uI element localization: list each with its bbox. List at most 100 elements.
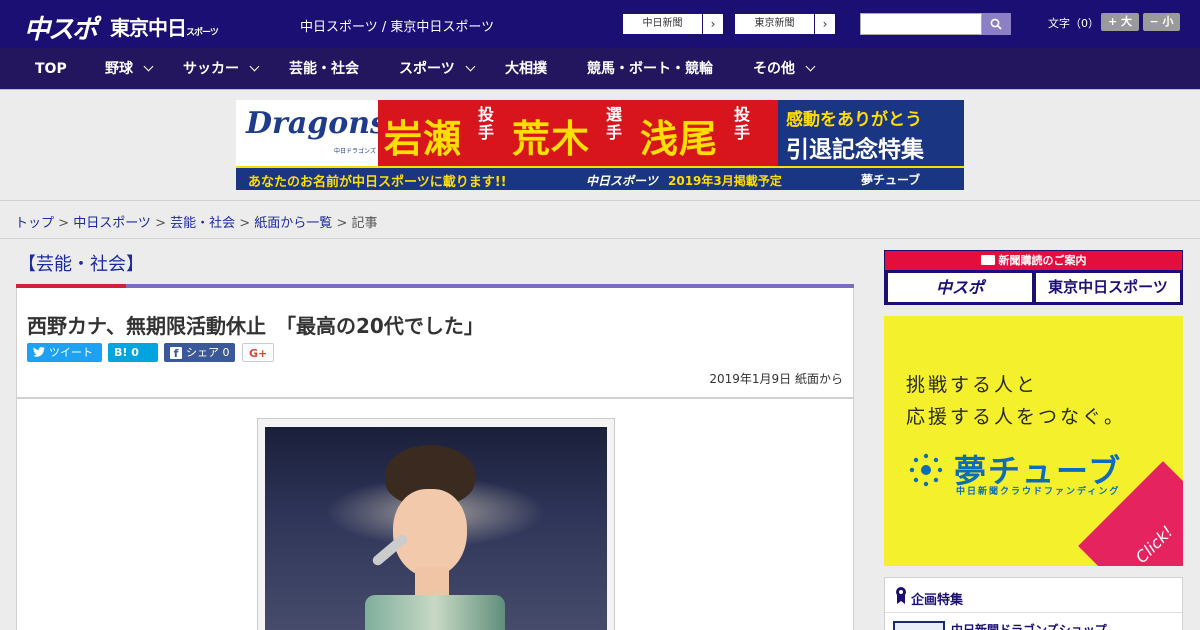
article-body xyxy=(16,398,854,630)
article-photo[interactable] xyxy=(265,427,607,630)
facebook-share-label: シェア 0 xyxy=(186,346,230,359)
tokyo-chunichi-logo[interactable]: 東京中日スポーツ xyxy=(110,12,219,41)
yumetube-ad[interactable]: 挑戦する人と 応援する人をつなぐ。 夢チューブ 中日新聞クラウドファンディング … xyxy=(884,316,1183,566)
section-label[interactable]: 【芸能・社会】 xyxy=(18,250,144,276)
search-button[interactable] xyxy=(982,13,1011,35)
nav-label: 芸能・社会 xyxy=(289,61,359,77)
nav-item-sports[interactable]: スポーツ xyxy=(399,48,476,90)
feature-box: 企画特集 中日新聞ドラゴンズショップ xyxy=(884,577,1183,630)
player-name: 浅尾 xyxy=(640,117,719,161)
banner-feature-title: 引退記念特集 xyxy=(786,137,924,163)
tweet-label: ツイート xyxy=(49,346,93,359)
nav-item-baseball[interactable]: 野球 xyxy=(105,48,154,90)
banner-strip-brand: 中日スポーツ xyxy=(586,174,658,188)
paper-link-label: 東京新聞 xyxy=(735,14,815,34)
nav-label: 競馬・ボート・競輪 xyxy=(587,61,713,77)
breadcrumb-link-chunichi-sports[interactable]: 中日スポーツ xyxy=(73,216,151,231)
dragons-retirement-banner[interactable]: Dragons 中日ドラゴンズ 岩瀬 投手 荒木 選手 浅尾 投手 感動をありが… xyxy=(236,100,964,190)
font-size-label: 文字（0） xyxy=(1048,17,1099,30)
article-headline: 西野カナ、無期限活動休止 「最高の20代でした」 xyxy=(27,314,484,338)
tokyo-logo-text: 東京中日 xyxy=(110,16,187,40)
subscribe-chuspo-button[interactable]: 中スポ xyxy=(888,273,1032,302)
banner-thanks: 感動をありがとう xyxy=(786,110,922,130)
top-header: 中スポ 東京中日スポーツ 中日スポーツ / 東京中日スポーツ 中日新聞 › 東京… xyxy=(0,0,1200,48)
ad-brand-sub: 中日新聞クラウドファンディング xyxy=(956,487,1121,497)
nav-label: 大相撲 xyxy=(505,61,547,77)
newspaper-icon xyxy=(980,255,995,265)
feature-item-label: 中日新聞ドラゴンズショップ xyxy=(951,623,1107,630)
search-icon xyxy=(990,18,1002,30)
tokyo-logo-suffix: スポーツ xyxy=(186,28,219,38)
nav-item-entertainment[interactable]: 芸能・社会 xyxy=(289,48,359,90)
article-header: 西野カナ、無期限活動休止 「最高の20代でした」 ツイート B! 0 f シェア … xyxy=(16,288,854,398)
chevron-right-icon: › xyxy=(710,17,716,31)
player-name: 荒木 xyxy=(512,117,591,161)
feature-title: 企画特集 xyxy=(911,593,964,608)
subscription-box: 新聞購読のご案内 中スポ 東京中日スポーツ xyxy=(884,250,1183,305)
singer-dress xyxy=(365,595,505,630)
nav-item-other[interactable]: その他 xyxy=(753,48,816,90)
facebook-icon: f xyxy=(170,347,182,360)
main-nav: TOP 野球 サッカー 芸能・社会 スポーツ 大相撲 競馬・ボート・競輪 その他 xyxy=(0,48,1200,90)
article-photo-frame xyxy=(257,418,615,630)
player-role: 選手 xyxy=(606,105,623,142)
chunichi-shimbun-link[interactable]: 中日新聞 › xyxy=(622,13,724,35)
nav-item-soccer[interactable]: サッカー xyxy=(183,48,260,90)
breadcrumb-link-top[interactable]: トップ xyxy=(15,216,54,231)
feature-thumbnail xyxy=(893,621,945,630)
breadcrumb-link-print-list[interactable]: 紙面から一覧 xyxy=(254,216,332,231)
google-plus-button[interactable]: G+ xyxy=(242,343,274,362)
breadcrumb-current: 記事 xyxy=(351,216,378,231)
search-input[interactable] xyxy=(860,13,982,35)
nav-item-top[interactable]: TOP xyxy=(35,48,67,90)
nav-item-sumo[interactable]: 大相撲 xyxy=(505,48,547,90)
ad-line-1: 挑戦する人と xyxy=(906,374,1039,396)
singer-face xyxy=(393,489,467,577)
chevron-down-icon xyxy=(465,61,476,72)
paper-link-label: 中日新聞 xyxy=(623,14,703,34)
font-bigger-button[interactable]: + 大 xyxy=(1101,13,1139,31)
breadcrumb-link-entertainment[interactable]: 芸能・社会 xyxy=(170,216,235,231)
breadcrumb: トップ > 中日スポーツ > 芸能・社会 > 紙面から一覧 > 記事 xyxy=(15,216,378,231)
hatena-bookmark-button[interactable]: B! 0 xyxy=(108,343,158,362)
ribbon-icon xyxy=(896,587,906,604)
player-role: 投手 xyxy=(734,105,751,142)
tokyo-shimbun-link[interactable]: 東京新聞 › xyxy=(734,13,836,35)
twitter-icon xyxy=(33,347,45,357)
breadcrumb-bar: トップ > 中日スポーツ > 芸能・社会 > 紙面から一覧 > 記事 xyxy=(0,200,1200,239)
chevron-down-icon xyxy=(143,61,154,72)
subscription-title-text: 新聞購読のご案内 xyxy=(998,254,1087,267)
nav-label: 野球 xyxy=(105,61,133,77)
chevron-down-icon xyxy=(249,61,260,72)
player-role: 投手 xyxy=(478,105,495,142)
subscription-title: 新聞購読のご案内 xyxy=(885,251,1182,270)
nav-item-racing[interactable]: 競馬・ボート・競輪 xyxy=(587,48,713,90)
player-names: 岩瀬 投手 荒木 選手 浅尾 投手 xyxy=(378,100,778,166)
article-dateline: 2019年1月9日 紙面から xyxy=(709,372,843,386)
nav-label: TOP xyxy=(35,61,67,77)
banner-strip: あなたのお名前が中日スポーツに載ります!! 中日スポーツ 2019年3月掲載予定… xyxy=(236,166,964,190)
singer-neck xyxy=(415,567,449,597)
player-name: 岩瀬 xyxy=(384,117,463,161)
chevron-right-icon: › xyxy=(822,17,828,31)
chuspo-logo[interactable]: 中スポ xyxy=(24,9,98,46)
facebook-share-button[interactable]: f シェア 0 xyxy=(164,343,235,362)
feature-item[interactable]: 中日新聞ドラゴンズショップ xyxy=(885,612,1182,630)
nav-label: その他 xyxy=(753,61,795,77)
subscribe-tokyo-chunichi-button[interactable]: 東京中日スポーツ xyxy=(1036,273,1180,302)
tweet-button[interactable]: ツイート xyxy=(27,343,102,362)
banner-strip-partner: 夢チューブ xyxy=(861,173,921,187)
nav-label: サッカー xyxy=(183,61,239,77)
dragons-logo-sub: 中日ドラゴンズ xyxy=(334,148,376,155)
nav-label: スポーツ xyxy=(399,61,455,77)
banner-strip-text: あなたのお名前が中日スポーツに載ります!! xyxy=(248,175,507,190)
dragons-logo: Dragons 中日ドラゴンズ xyxy=(236,100,387,166)
dragons-logo-text: Dragons xyxy=(246,106,387,141)
banner-feature: 感動をありがとう 引退記念特集 xyxy=(778,100,964,166)
site-title: 中日スポーツ / 東京中日スポーツ xyxy=(300,20,495,35)
font-smaller-button[interactable]: − 小 xyxy=(1143,13,1180,31)
yumetube-logo-icon xyxy=(909,453,943,487)
banner-strip-date: 2019年3月掲載予定 xyxy=(668,174,782,188)
ad-line-2: 応援する人をつなぐ。 xyxy=(906,406,1127,428)
chevron-down-icon xyxy=(805,61,816,72)
